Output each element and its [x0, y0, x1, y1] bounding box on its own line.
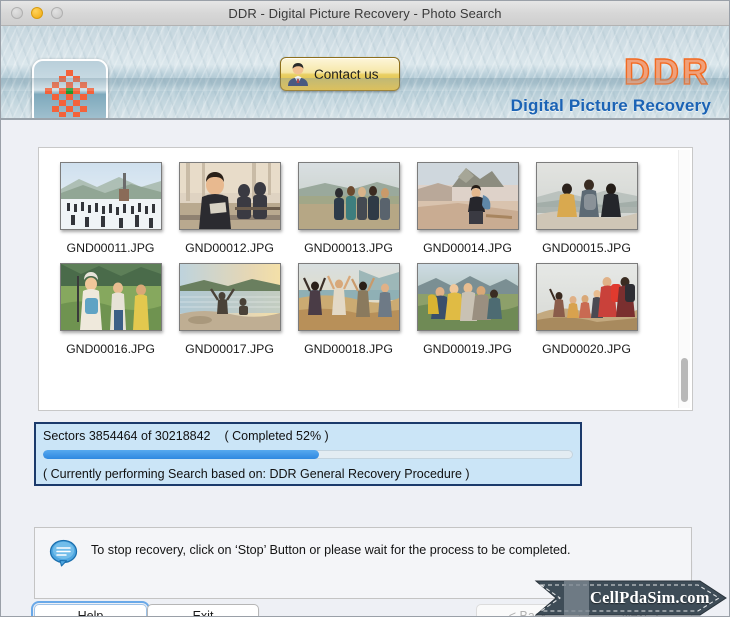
- thumbnail-panel: GND00011.JPG GND00012.JPG GND00013.JPG G…: [38, 147, 693, 411]
- progress-sectors-line: Sectors 3854464 of 30218842 ( Completed 5…: [43, 429, 573, 443]
- thumbnail-item[interactable]: GND00019.JPG: [409, 263, 526, 356]
- thumbnail-filename: GND00018.JPG: [304, 342, 393, 356]
- title-bar: DDR - Digital Picture Recovery - Photo S…: [1, 1, 729, 26]
- thumbnail-filename: GND00014.JPG: [423, 241, 512, 255]
- thumbnail-filename: GND00019.JPG: [423, 342, 512, 356]
- thumbnail-filename: GND00020.JPG: [542, 342, 631, 356]
- thumbnail-item[interactable]: GND00017.JPG: [171, 263, 288, 356]
- checkered-flower-logo: [45, 70, 94, 117]
- thumbnail-image[interactable]: [178, 263, 281, 331]
- thumbnail-image[interactable]: [297, 162, 400, 230]
- thumbnail-image[interactable]: [59, 263, 162, 331]
- contact-us-label: Contact us: [314, 66, 379, 82]
- window-title: DDR - Digital Picture Recovery - Photo S…: [228, 5, 502, 21]
- app-window: DDR - Digital Picture Recovery - Photo S…: [0, 0, 730, 617]
- thumbnail-item[interactable]: GND00018.JPG: [290, 263, 407, 356]
- thumbnail-scroll-thumb[interactable]: [681, 358, 688, 402]
- thumbnail-filename: GND00017.JPG: [185, 342, 274, 356]
- progress-completed-text: ( Completed 52% ): [224, 429, 329, 443]
- thumbnail-filename: GND00012.JPG: [185, 241, 274, 255]
- maximize-button[interactable]: [51, 7, 63, 19]
- watermark-text: CellPdaSim.com: [590, 588, 710, 607]
- thumbnail-item[interactable]: GND00013.JPG: [290, 162, 407, 255]
- thumbnail-item[interactable]: GND00011.JPG: [52, 162, 169, 255]
- thumbnail-grid: GND00011.JPG GND00012.JPG GND00013.JPG G…: [39, 148, 692, 364]
- help-button[interactable]: Help: [31, 601, 150, 616]
- thumbnail-item[interactable]: GND00014.JPG: [409, 162, 526, 255]
- thumbnail-image[interactable]: [416, 263, 519, 331]
- brand-block: DDR Digital Picture Recovery: [510, 51, 711, 116]
- thumbnail-filename: GND00016.JPG: [66, 342, 155, 356]
- window-controls: [1, 7, 63, 19]
- speech-bubble-icon: [49, 539, 78, 567]
- close-button[interactable]: [11, 7, 23, 19]
- progress-bar-fill: [43, 450, 319, 459]
- progress-panel: Sectors 3854464 of 30218842 ( Completed 5…: [34, 422, 582, 486]
- main-body: GND00011.JPG GND00012.JPG GND00013.JPG G…: [1, 120, 729, 616]
- message-text: To stop recovery, click on ‘Stop’ Button…: [91, 543, 571, 557]
- progress-sectors-text: Sectors 3854464 of 30218842: [43, 429, 211, 443]
- thumbnail-filename: GND00011.JPG: [66, 241, 155, 255]
- thumbnail-image[interactable]: [178, 162, 281, 230]
- thumbnail-image[interactable]: [59, 162, 162, 230]
- minimize-button[interactable]: [31, 7, 43, 19]
- progress-bar-track: [43, 450, 573, 459]
- thumbnail-filename: GND00013.JPG: [304, 241, 393, 255]
- brand-subtitle: Digital Picture Recovery: [510, 96, 711, 115]
- exit-button[interactable]: Exit: [147, 604, 259, 616]
- contact-us-button[interactable]: Contact us: [280, 57, 400, 91]
- thumbnail-item[interactable]: GND00012.JPG: [171, 162, 288, 255]
- thumbnail-image[interactable]: [535, 162, 638, 230]
- thumbnail-item[interactable]: GND00015.JPG: [528, 162, 645, 255]
- thumbnail-image[interactable]: [416, 162, 519, 230]
- app-header: Contact us DDR Digital Picture Recovery: [1, 26, 729, 120]
- thumbnail-filename: GND00015.JPG: [542, 241, 631, 255]
- thumbnail-item[interactable]: GND00016.JPG: [52, 263, 169, 356]
- person-avatar-icon: [288, 63, 308, 86]
- progress-status-text: ( Currently performing Search based on: …: [43, 467, 470, 481]
- app-logo-tile: [32, 59, 108, 118]
- watermark-banner: CellPdaSim.com: [534, 579, 728, 616]
- thumbnail-image[interactable]: [297, 263, 400, 331]
- brand-title: DDR: [623, 51, 711, 92]
- thumbnail-scrollbar[interactable]: [678, 150, 690, 408]
- thumbnail-item[interactable]: GND00020.JPG: [528, 263, 645, 356]
- thumbnail-image[interactable]: [535, 263, 638, 331]
